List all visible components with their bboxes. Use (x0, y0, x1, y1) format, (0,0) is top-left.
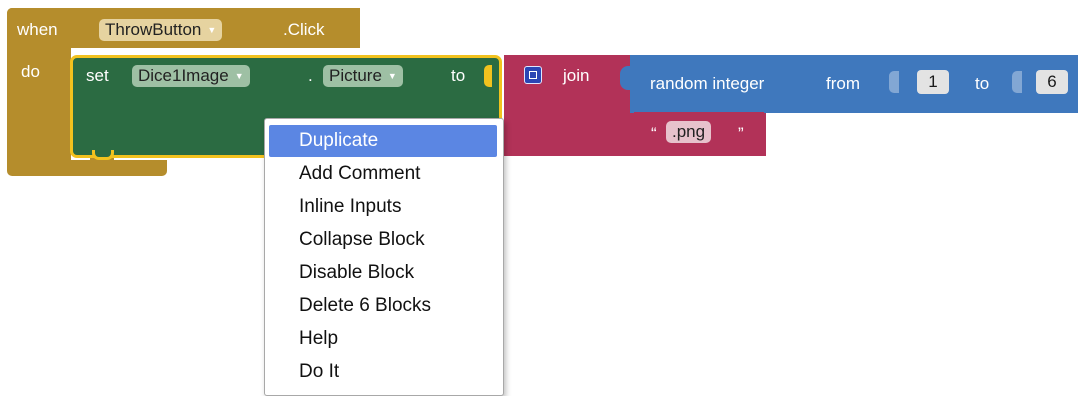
from-label: from (826, 74, 860, 93)
do-label: do (21, 62, 40, 81)
menu-item-collapse-block[interactable]: Collapse Block (269, 224, 497, 256)
random-block-plug (620, 66, 632, 90)
property-dropdown[interactable]: Picture ▼ (323, 65, 403, 87)
from-socket (889, 71, 899, 93)
join-block-plug (504, 66, 516, 88)
property-dropdown-value: Picture (329, 66, 382, 85)
component-selector-dropdown[interactable]: Dice1Image ▼ (132, 65, 250, 87)
menu-item-duplicate[interactable]: Duplicate (269, 125, 497, 157)
to-socket (1012, 71, 1022, 93)
to-label-random: to (975, 74, 990, 93)
from-number-block[interactable]: 1 (917, 70, 949, 94)
chevron-down-icon: ▼ (234, 71, 244, 81)
close-quote: ” (738, 124, 744, 143)
join-label: join (563, 66, 590, 85)
socket-connector (484, 65, 492, 87)
chevron-down-icon: ▼ (207, 25, 217, 35)
event-name-label: .Click (283, 20, 325, 39)
menu-item-do-it[interactable]: Do It (269, 356, 497, 388)
random-integer-label: random integer (650, 74, 765, 93)
menu-item-help[interactable]: Help (269, 323, 497, 355)
component-dropdown[interactable]: ThrowButton ▼ (99, 19, 223, 41)
to-label: to (451, 66, 466, 85)
from-number-value[interactable]: 1 (928, 72, 937, 92)
event-block-footer (7, 160, 167, 176)
menu-item-add-comment[interactable]: Add Comment (269, 158, 497, 190)
component-dropdown-value: ThrowButton (105, 20, 202, 39)
menu-item-inline-inputs[interactable]: Inline Inputs (269, 191, 497, 223)
text-value[interactable]: .png (672, 122, 705, 142)
menu-item-delete-blocks[interactable]: Delete 6 Blocks (269, 290, 497, 322)
to-number-block[interactable]: 6 (1036, 70, 1068, 94)
component-selector-value: Dice1Image (138, 66, 229, 85)
menu-item-disable-block[interactable]: Disable Block (269, 257, 497, 289)
to-number-value[interactable]: 6 (1047, 72, 1056, 92)
context-menu: Duplicate Add Comment Inline Inputs Coll… (264, 118, 504, 396)
dot-separator: . (308, 66, 313, 85)
set-label: set (86, 66, 109, 85)
when-label: when (17, 20, 58, 39)
text-block-plug (622, 118, 634, 142)
text-value-field[interactable]: .png (666, 121, 712, 143)
mutator-icon[interactable] (524, 66, 542, 84)
chevron-down-icon: ▼ (387, 71, 397, 81)
set-block-connector (92, 150, 114, 160)
open-quote: “ (651, 124, 657, 143)
